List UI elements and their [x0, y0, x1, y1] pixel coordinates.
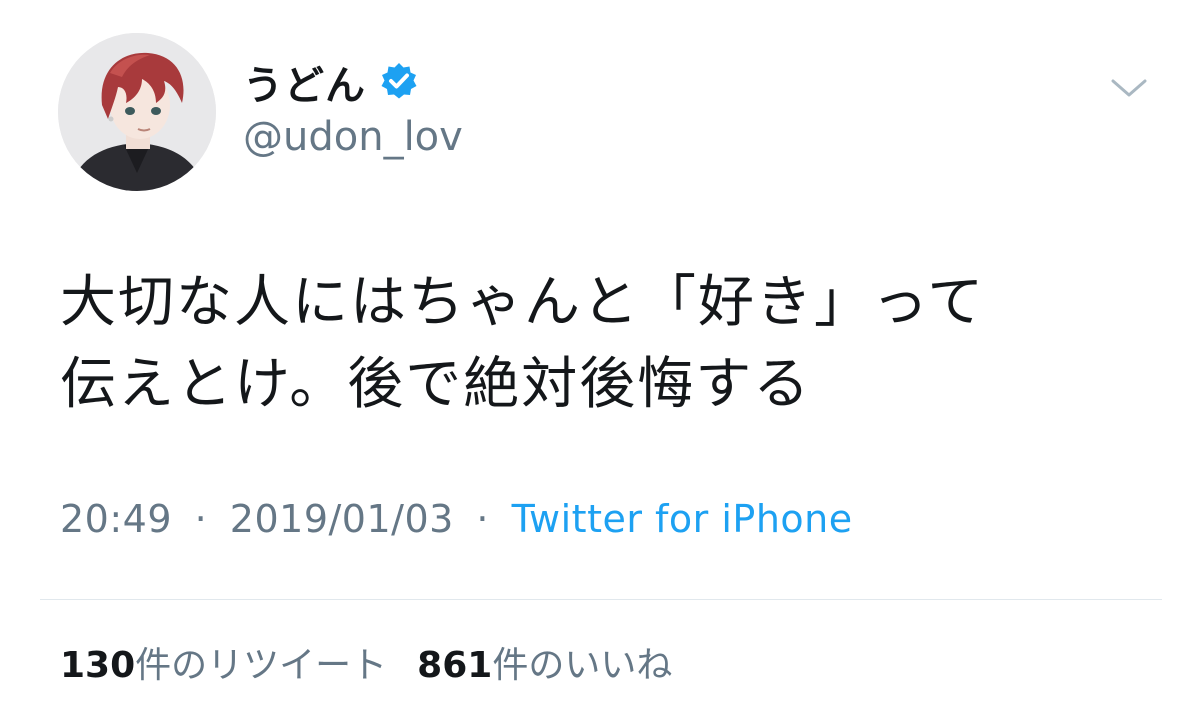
likes-count: 861 — [417, 645, 493, 686]
likes-stat[interactable]: 861件のいいね — [417, 645, 672, 686]
author-handle[interactable]: @udon_lov — [243, 114, 463, 160]
avatar[interactable] — [58, 33, 216, 191]
author-name-row[interactable]: うどん — [243, 52, 420, 112]
likes-label: 件のいいね — [492, 645, 673, 686]
tweet-meta: 20:49 · 2019/01/03 · Twitter for iPhone — [60, 497, 853, 541]
meta-separator: · — [476, 497, 490, 541]
retweets-count: 130 — [60, 645, 136, 686]
tweet-date[interactable]: 2019/01/03 — [230, 497, 454, 541]
tweet-text: 大切な人にはちゃんと「好き」って 伝えとけ。後で絶対後悔する — [60, 262, 1140, 426]
meta-separator: · — [194, 497, 208, 541]
retweets-stat[interactable]: 130件のリツイート — [60, 645, 387, 686]
retweets-label: 件のリツイート — [135, 645, 388, 686]
tweet-stats: 130件のリツイート 861件のいいね — [60, 636, 672, 688]
tweet-card: うどん @udon_lov 大切な人にはちゃんと「好き」って 伝えとけ。後で絶対… — [0, 0, 1200, 718]
tweet-source-link[interactable]: Twitter for iPhone — [512, 497, 853, 541]
avatar-image — [58, 33, 216, 191]
verified-badge-icon — [378, 61, 420, 103]
author-display-name[interactable]: うどん — [243, 53, 366, 111]
divider — [40, 599, 1162, 600]
tweet-text-line: 大切な人にはちゃんと「好き」って — [60, 270, 986, 335]
tweet-text-line: 伝えとけ。後で絶対後悔する — [60, 352, 812, 417]
chevron-down-icon[interactable] — [1108, 73, 1150, 103]
tweet-time[interactable]: 20:49 — [60, 497, 172, 541]
